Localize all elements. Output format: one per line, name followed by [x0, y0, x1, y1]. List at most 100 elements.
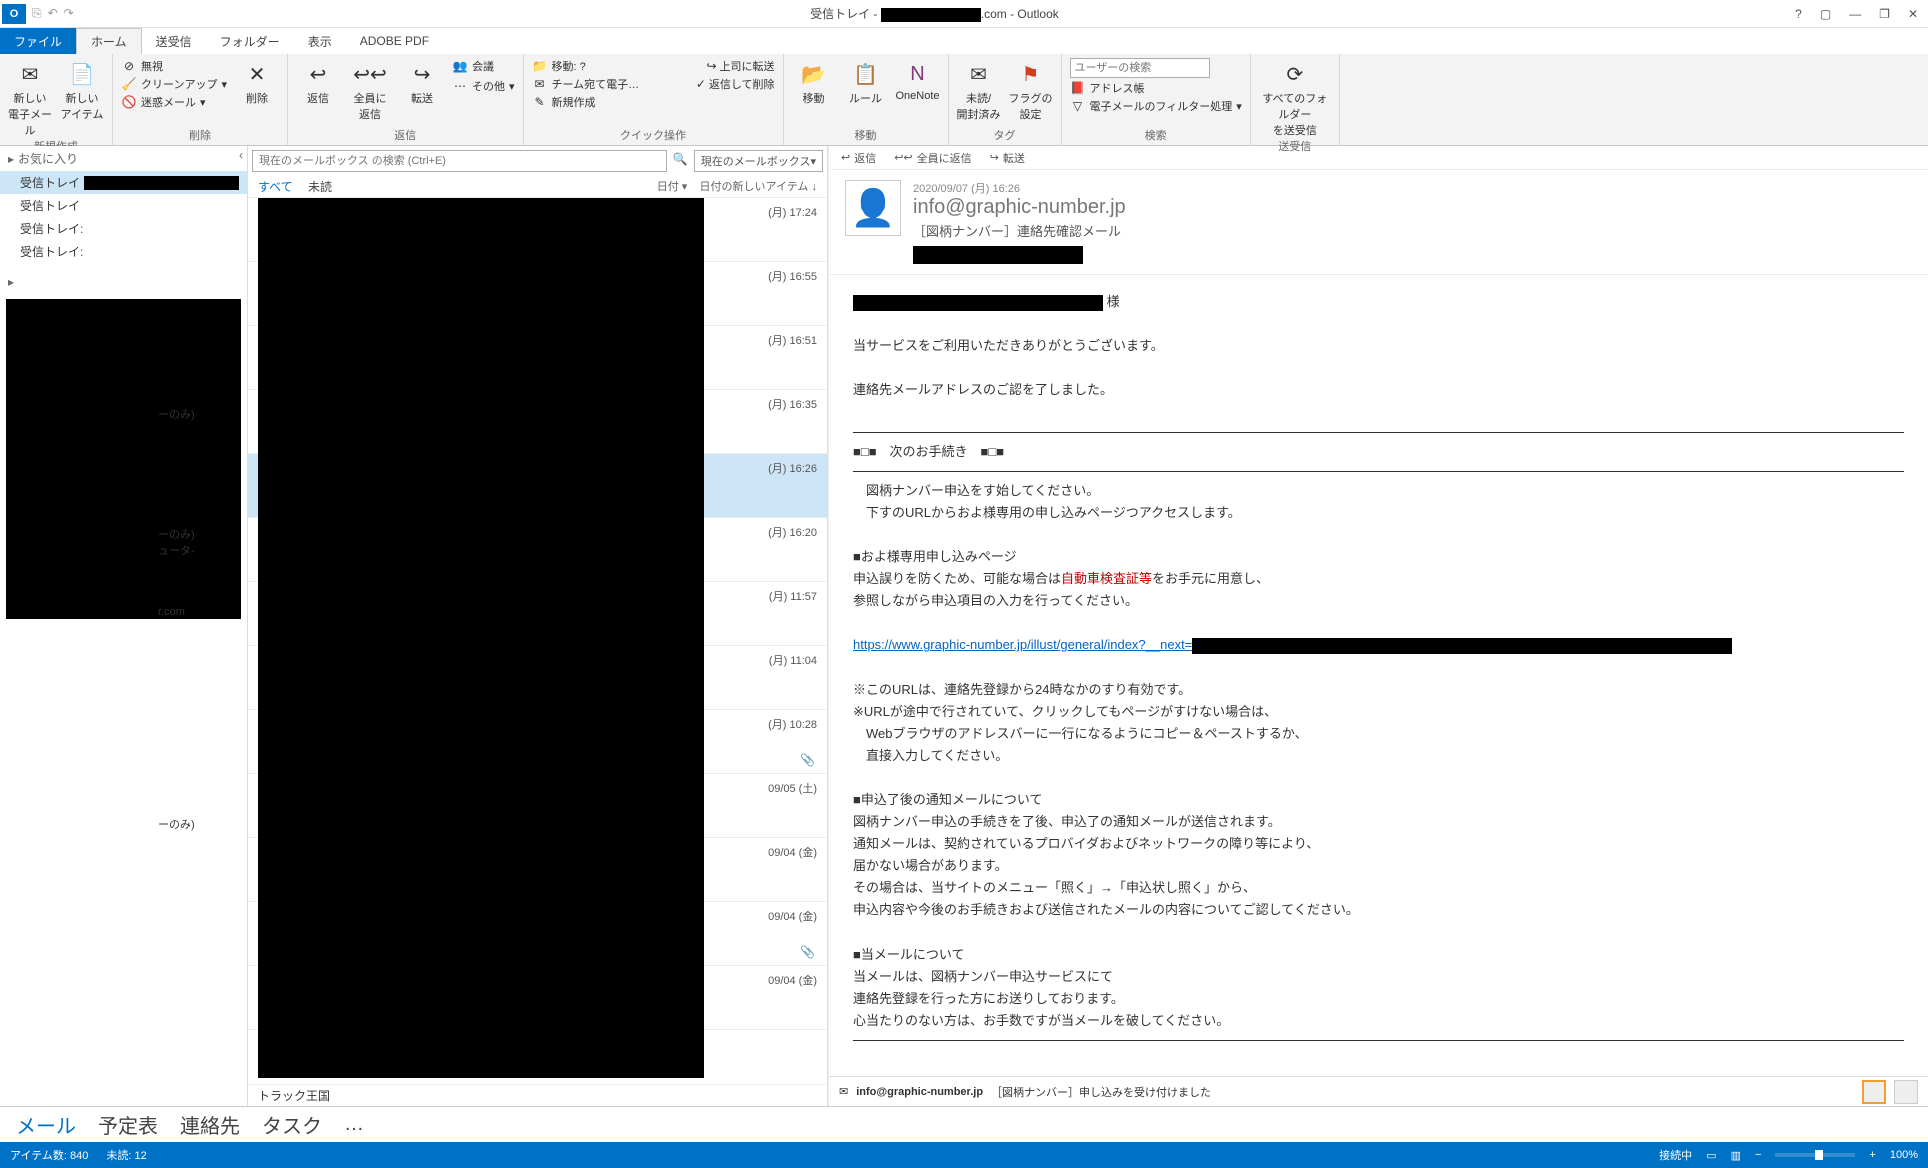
cleanup-button[interactable]: 🧹クリーンアップ ▾ — [121, 76, 227, 92]
nav-mail[interactable]: メール — [16, 1110, 76, 1139]
status-item-count: アイテム数: 840 — [10, 1147, 88, 1163]
help-icon[interactable]: ? — [1795, 7, 1802, 21]
qat-undo-icon[interactable]: ↶ — [48, 6, 58, 21]
filter-button[interactable]: ▽電子メールのフィルター処理 ▾ — [1070, 98, 1242, 114]
forward-button[interactable]: ↪転送 — [400, 58, 444, 106]
tab-view[interactable]: 表示 — [294, 28, 346, 54]
quick-new-button[interactable]: ✎新規作成 — [532, 94, 775, 110]
nav-more[interactable]: … — [344, 1113, 364, 1136]
folder-nav: ‹ ▸ お気に入り 受信トレイ 受信トレイ 受信トレイ : 受信トレイ : ▸ … — [0, 146, 248, 1106]
group-tag-label: タグ — [957, 127, 1053, 143]
mail-from: info@graphic-number.jp — [913, 196, 1912, 219]
group-move-label: 移動 — [792, 127, 940, 143]
status-connection: 接続中 — [1659, 1147, 1692, 1163]
onenote-button[interactable]: NOneNote — [896, 58, 940, 102]
nav-redacted — [6, 299, 241, 619]
sort-order[interactable]: 日付の新しいアイテム ↓ — [700, 181, 817, 193]
nav-peek-5: ーのみ) — [158, 816, 195, 832]
tab-folder[interactable]: フォルダー — [206, 28, 294, 54]
status-bar: アイテム数: 840 未読: 12 接続中 ▭ ▥ − + 100% — [0, 1142, 1928, 1168]
title-bar: O ⎘ ↶ ↷ 受信トレイ - .com - Outlook ? ▢ — ❐ ✕ — [0, 0, 1928, 28]
addressbook-button[interactable]: 📕アドレス帳 — [1070, 80, 1242, 96]
mailbox-search-input[interactable] — [252, 150, 667, 172]
list-trackland[interactable]: トラック王国 — [248, 1084, 827, 1106]
mail-subject: ［図柄ナンバー］連絡先確認メール — [913, 221, 1912, 240]
conversation-bar: ✉ info@graphic-number.jp ［図柄ナンバー］申し込みを受け… — [829, 1076, 1928, 1106]
qat-redo-icon[interactable]: ↷ — [64, 6, 74, 21]
view-normal-icon[interactable]: ▭ — [1706, 1149, 1716, 1162]
nav-tasks[interactable]: タスク — [262, 1110, 322, 1139]
nav-inbox[interactable]: 受信トレイ — [0, 171, 247, 194]
nav-calendar[interactable]: 予定表 — [98, 1110, 158, 1139]
close-icon[interactable]: ✕ — [1908, 7, 1918, 21]
zoom-level: 100% — [1890, 1149, 1918, 1161]
attachment-icon: 📎 — [800, 753, 815, 767]
zoom-in-icon[interactable]: + — [1869, 1149, 1875, 1161]
sendrecv-all-button[interactable]: ⟳すべてのフォルダー を送受信 — [1259, 58, 1331, 138]
application-link[interactable]: https://www.graphic-number.jp/illust/gen… — [853, 637, 1192, 652]
meeting-button[interactable]: 👥会議 — [452, 58, 515, 74]
reply-all-button[interactable]: ↩↩全員に 返信 — [348, 58, 392, 122]
reply-button[interactable]: ↩返信 — [296, 58, 340, 106]
group-reply-label: 返信 — [296, 127, 515, 143]
nav-peek-3: ュータ- — [158, 542, 195, 558]
message-list: (月) 17:24(月) 16:55(月) 16:51(月) 16:35(月) … — [248, 198, 827, 1084]
ribbon: ✉新しい 電子メール 📄新しい アイテム 新規作成 ⊘無視 🧹クリーンアップ ▾… — [0, 54, 1928, 146]
flag-button[interactable]: ⚑フラグの 設定 — [1009, 58, 1053, 122]
filter-unread[interactable]: 未読 — [308, 180, 332, 194]
sender-avatar: 👤 — [845, 180, 901, 236]
filter-all[interactable]: すべて — [258, 180, 293, 194]
quick-team-button[interactable]: ✉チーム宛て電子…✓返信して削除 — [532, 76, 775, 92]
more-reply-button[interactable]: ⋯その他 ▾ — [452, 78, 515, 94]
new-item-button[interactable]: 📄新しい アイテム — [60, 58, 104, 122]
qat-save-icon[interactable]: ⎘ — [32, 6, 42, 21]
people-search-input[interactable] — [1070, 58, 1210, 78]
group-search-label: 検索 — [1070, 127, 1242, 143]
quick-move-button[interactable]: 📁移動: ?↪上司に転送 — [532, 58, 775, 74]
attachment-icon: 📎 — [800, 945, 815, 959]
minimize-icon[interactable]: — — [1849, 7, 1861, 21]
nav-contacts[interactable]: 連絡先 — [180, 1110, 240, 1139]
rules-button[interactable]: 📋ルール — [844, 58, 888, 106]
zoom-out-icon[interactable]: − — [1755, 1149, 1761, 1161]
nav-favorites-header[interactable]: ▸ お気に入り — [0, 146, 247, 171]
group-quick-label: クイック操作 — [532, 127, 775, 143]
mail-to-redacted — [913, 246, 1083, 264]
group-delete-label: 削除 — [121, 127, 279, 143]
bottom-nav: メール 予定表 連絡先 タスク … — [0, 1106, 1928, 1142]
reading-pane: ↩ 返信 ↩↩ 全員に返信 ↪ 転送 👤 2020/09/07 (月) 16:2… — [828, 146, 1928, 1106]
reader-reply-all[interactable]: ↩↩ 全員に返信 — [894, 150, 971, 166]
zoom-slider[interactable] — [1775, 1153, 1855, 1157]
nav-peek-1: ーのみ) — [158, 406, 195, 422]
reader-reply[interactable]: ↩ 返信 — [841, 150, 876, 166]
window-title: 受信トレイ - .com - Outlook — [74, 5, 1795, 22]
nav-inbox-2[interactable]: 受信トレイ — [0, 194, 247, 217]
nav-inbox-3[interactable]: 受信トレイ : — [0, 217, 247, 240]
new-mail-button[interactable]: ✉新しい 電子メール — [8, 58, 52, 138]
tab-home[interactable]: ホーム — [76, 28, 142, 54]
tab-sendrecv[interactable]: 送受信 — [142, 28, 206, 54]
ribbon-toggle-icon[interactable]: ▢ — [1820, 7, 1831, 21]
nav-collapse-icon[interactable]: ‹ — [239, 148, 243, 162]
ignore-button[interactable]: ⊘無視 — [121, 58, 227, 74]
search-scope[interactable]: 現在のメールボックス ▾ — [694, 150, 823, 172]
nav-inbox-4[interactable]: 受信トレイ : — [0, 240, 247, 263]
reader-forward[interactable]: ↪ 転送 — [990, 150, 1025, 166]
list-redacted — [258, 198, 704, 1078]
tab-adobe[interactable]: ADOBE PDF — [346, 28, 443, 54]
tab-file[interactable]: ファイル — [0, 28, 76, 54]
mail-body: 様 当サービスをご利用いただきありがとうございます。 連絡先メールアドレスのご認… — [829, 275, 1928, 1076]
thread-from: info@graphic-number.jp — [856, 1086, 983, 1098]
sort-by[interactable]: 日付 ▾ — [657, 181, 688, 193]
junk-button[interactable]: 🚫迷惑メール ▾ — [121, 94, 227, 110]
search-icon[interactable]: 🔍 — [671, 150, 690, 172]
thread-item-2[interactable] — [1894, 1080, 1918, 1104]
thread-item-1[interactable] — [1862, 1080, 1886, 1104]
thread-subject: ［図柄ナンバー］申し込みを受け付けました — [991, 1084, 1211, 1100]
maximize-icon[interactable]: ❐ — [1879, 7, 1890, 21]
move-button[interactable]: 📂移動 — [792, 58, 836, 106]
ribbon-tabs: ファイル ホーム 送受信 フォルダー 表示 ADOBE PDF — [0, 28, 1928, 54]
view-reading-icon[interactable]: ▥ — [1731, 1149, 1741, 1162]
unread-button[interactable]: ✉未読/ 開封済み — [957, 58, 1001, 122]
delete-button[interactable]: ✕削除 — [235, 58, 279, 106]
